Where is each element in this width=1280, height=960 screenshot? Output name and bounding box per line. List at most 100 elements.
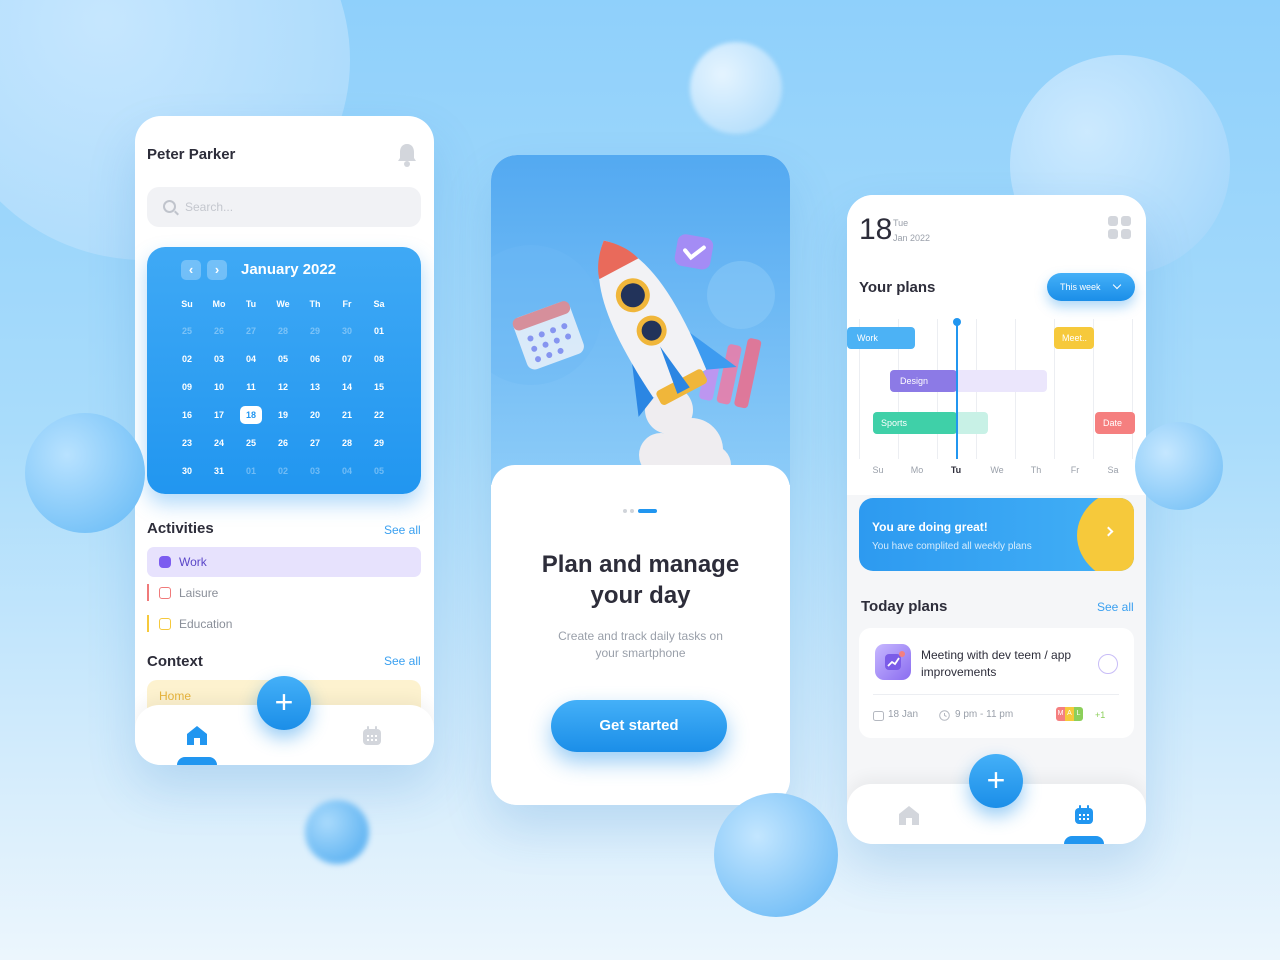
calendar-day[interactable]: 19 bbox=[272, 406, 294, 424]
calendar-day[interactable]: 16 bbox=[176, 406, 198, 424]
calendar-day[interactable]: 12 bbox=[272, 378, 294, 396]
search-placeholder: Search... bbox=[185, 200, 234, 214]
add-button[interactable]: + bbox=[257, 676, 311, 730]
gantt-day-label: Th bbox=[1030, 465, 1042, 475]
calendar-day[interactable]: 05 bbox=[272, 350, 294, 368]
calendar-day[interactable]: 26 bbox=[208, 322, 230, 340]
tv-icon bbox=[159, 587, 171, 599]
calendar-day[interactable]: 05 bbox=[368, 462, 390, 480]
calendar-day[interactable]: 01 bbox=[368, 322, 390, 340]
calendar-day[interactable]: 04 bbox=[240, 350, 262, 368]
home-icon[interactable] bbox=[186, 725, 208, 745]
phone-plans-screen: 18 Tue Jan 2022 Your plans This week Wor… bbox=[847, 195, 1146, 844]
calendar-month: January 2022 bbox=[241, 261, 337, 278]
calendar-day[interactable]: 17 bbox=[208, 406, 230, 424]
chevron-down-icon bbox=[1112, 280, 1122, 290]
activity-item-laisure[interactable]: Laisure bbox=[147, 578, 421, 608]
calendar-day[interactable]: 02 bbox=[176, 350, 198, 368]
gantt-day-label: Mo bbox=[910, 465, 924, 475]
calendar-icon[interactable] bbox=[362, 726, 382, 746]
search-input[interactable]: Search... bbox=[147, 187, 421, 227]
calendar-day[interactable]: 30 bbox=[176, 462, 198, 480]
calendar-day[interactable]: 27 bbox=[240, 322, 262, 340]
calendar-day[interactable]: 11 bbox=[240, 378, 262, 396]
calendar-day[interactable]: 31 bbox=[208, 462, 230, 480]
gantt-day-label: Sa bbox=[1107, 465, 1119, 475]
calendar-day[interactable]: 14 bbox=[336, 378, 358, 396]
calendar-day[interactable]: 07 bbox=[336, 350, 358, 368]
context-label: Home bbox=[159, 689, 192, 703]
onboarding-headline: Plan and manage your day bbox=[491, 549, 790, 611]
calendar-icon[interactable] bbox=[1074, 805, 1094, 825]
next-month-button[interactable]: › bbox=[207, 260, 227, 280]
calendar-day[interactable]: 01 bbox=[240, 462, 262, 480]
phone-calendar-screen: Peter Parker Search... ‹ › January 2022 … bbox=[135, 116, 434, 765]
get-started-button[interactable]: Get started bbox=[551, 700, 727, 752]
calendar-day[interactable]: 06 bbox=[304, 350, 326, 368]
calendar-widget: ‹ › January 2022 Su Mo Tu We Th Fr Sa 25 26 27 28 2… bbox=[147, 247, 421, 494]
weekday-label: Fr bbox=[342, 299, 352, 309]
gantt-day-label: Su bbox=[872, 465, 884, 475]
calendar-day-selected[interactable]: 18 bbox=[240, 406, 262, 424]
pager-dot[interactable] bbox=[630, 509, 634, 513]
phone-onboarding-screen: Plan and manage your day Create and trac… bbox=[491, 155, 790, 805]
calendar-day[interactable]: 03 bbox=[304, 462, 326, 480]
calendar-day[interactable]: 28 bbox=[272, 322, 294, 340]
calendar-day[interactable]: 25 bbox=[240, 434, 262, 452]
weekday-label: Su bbox=[181, 299, 193, 309]
task-checkbox[interactable] bbox=[1098, 654, 1118, 674]
calendar-day[interactable]: 03 bbox=[208, 350, 230, 368]
calendar-day[interactable]: 09 bbox=[176, 378, 198, 396]
calendar-day[interactable]: 08 bbox=[368, 350, 390, 368]
activities-title: Activities bbox=[147, 520, 214, 537]
gantt-day-label: We bbox=[990, 465, 1004, 475]
calendar-day[interactable]: 28 bbox=[336, 434, 358, 452]
activity-item-work[interactable]: Work bbox=[147, 547, 421, 577]
clock-icon bbox=[939, 710, 950, 721]
home-icon[interactable] bbox=[898, 805, 920, 825]
calendar-day[interactable]: 15 bbox=[368, 378, 390, 396]
calendar-day[interactable]: 30 bbox=[336, 322, 358, 340]
gantt-bar-sports[interactable]: Sports bbox=[873, 412, 957, 434]
prev-month-button[interactable]: ‹ bbox=[181, 260, 201, 280]
today-see-all-link[interactable]: See all bbox=[1097, 600, 1134, 614]
range-dropdown[interactable]: This week bbox=[1047, 273, 1135, 301]
subtitle-line: Create and track daily tasks on bbox=[558, 629, 723, 643]
calendar-day[interactable]: 04 bbox=[336, 462, 358, 480]
calendar-day[interactable]: 25 bbox=[176, 322, 198, 340]
gantt-bar-date[interactable]: Date bbox=[1095, 412, 1135, 434]
task-card[interactable]: Meeting with dev teem / app improvements… bbox=[859, 628, 1134, 738]
add-button[interactable]: + bbox=[969, 754, 1023, 808]
calendar-day[interactable]: 21 bbox=[336, 406, 358, 424]
active-tab-indicator bbox=[177, 757, 217, 765]
calendar-day[interactable]: 22 bbox=[368, 406, 390, 424]
gantt-bar-design[interactable]: Design bbox=[890, 370, 957, 392]
calendar-day[interactable]: 13 bbox=[304, 378, 326, 396]
weekday-label: Sa bbox=[373, 299, 385, 309]
activities-see-all-link[interactable]: See all bbox=[384, 523, 421, 537]
pager-dot-active[interactable] bbox=[638, 509, 657, 513]
context-see-all-link[interactable]: See all bbox=[384, 654, 421, 668]
progress-banner[interactable]: You are doing great! You have complited … bbox=[859, 498, 1134, 571]
activity-label: Work bbox=[179, 555, 207, 569]
task-tag: L bbox=[1074, 707, 1083, 721]
calendar-day[interactable]: 27 bbox=[304, 434, 326, 452]
calendar-day[interactable]: 23 bbox=[176, 434, 198, 452]
bell-icon[interactable] bbox=[396, 142, 418, 168]
weekday-label: We bbox=[276, 299, 290, 309]
calendar-day[interactable]: 20 bbox=[304, 406, 326, 424]
calendar-day[interactable]: 26 bbox=[272, 434, 294, 452]
calendar-day[interactable]: 29 bbox=[304, 322, 326, 340]
calendar-day[interactable]: 29 bbox=[368, 434, 390, 452]
calendar-day[interactable]: 02 bbox=[272, 462, 294, 480]
activity-label: Laisure bbox=[179, 586, 219, 600]
calendar-day[interactable]: 24 bbox=[208, 434, 230, 452]
active-tab-indicator bbox=[1064, 836, 1104, 844]
grid-menu-icon[interactable] bbox=[1108, 216, 1132, 240]
gantt-bar-work[interactable]: Work bbox=[847, 327, 915, 349]
calendar-day[interactable]: 10 bbox=[208, 378, 230, 396]
background-bubble bbox=[25, 413, 145, 533]
activity-item-education[interactable]: Education bbox=[147, 609, 421, 639]
pager-dot[interactable] bbox=[623, 509, 627, 513]
gantt-bar-meet[interactable]: Meet.. bbox=[1054, 327, 1094, 349]
